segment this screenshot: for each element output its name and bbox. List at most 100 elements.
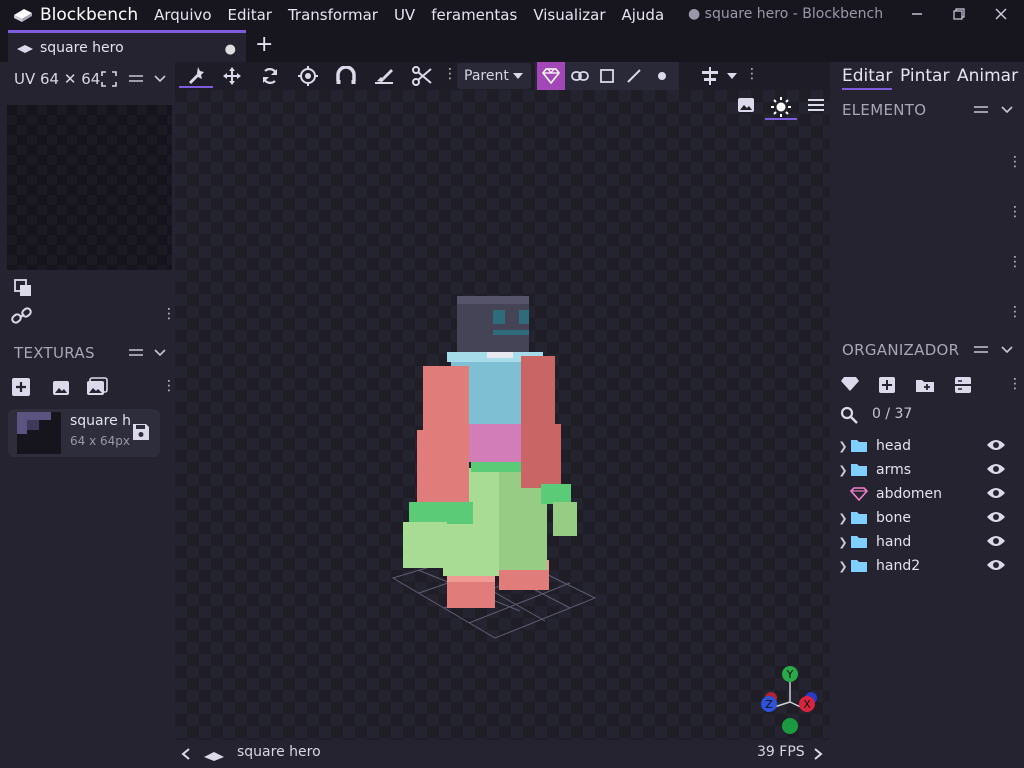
chevron-down-icon[interactable] — [154, 348, 166, 358]
more-options-icon[interactable]: ⋮ — [1008, 254, 1022, 270]
chevron-right-icon[interactable]: ❯ — [836, 560, 850, 573]
tab-square-hero[interactable]: square hero ● — [8, 30, 246, 62]
minimize-icon[interactable] — [906, 4, 928, 26]
outliner-row-abdomen[interactable]: abdomen — [836, 482, 1016, 506]
outliner-row-hand2[interactable]: ❯ hand2 — [836, 554, 1016, 578]
more-options-icon[interactable]: ⋮ — [162, 306, 176, 322]
mode-tab-animate[interactable]: Animar — [957, 66, 1018, 86]
save-icon[interactable] — [132, 423, 150, 441]
uv-editor-canvas[interactable] — [7, 105, 172, 270]
chevron-down-icon[interactable] — [727, 72, 737, 80]
menu-lines-icon[interactable] — [128, 347, 144, 359]
gem-icon[interactable] — [840, 376, 860, 392]
textures-title: TEXTURAS — [14, 344, 95, 362]
texture-size: 64 x 64px ( — [70, 434, 130, 448]
outliner-row-head[interactable]: ❯ head — [836, 434, 1016, 458]
window-title: ● square hero - Blockbench — [688, 6, 884, 22]
restore-icon[interactable] — [948, 4, 970, 26]
more-options-icon[interactable]: ⋮ — [745, 66, 759, 82]
more-options-icon[interactable]: ⋮ — [1008, 154, 1022, 170]
menu-visualizar[interactable]: Visualizar — [533, 6, 605, 24]
menu-lines-icon[interactable] — [128, 73, 144, 85]
eye-icon[interactable] — [986, 438, 1006, 452]
collapse-all-icon[interactable] — [954, 376, 972, 394]
eye-icon[interactable] — [986, 534, 1006, 548]
add-group-icon[interactable] — [915, 377, 935, 393]
brush-tool-button[interactable] — [369, 64, 399, 88]
rotate-tool-button[interactable] — [255, 64, 285, 88]
menu-lines-icon[interactable] — [973, 344, 989, 356]
texture-gallery-icon[interactable] — [86, 377, 108, 397]
face-mode-button[interactable] — [592, 64, 622, 88]
mode-tab-edit[interactable]: Editar — [842, 66, 893, 90]
texture-item[interactable]: square h 64 x 64px ( — [8, 409, 160, 457]
background-image-icon[interactable] — [737, 97, 755, 113]
move-icon — [223, 67, 241, 85]
viewport-scene — [391, 296, 597, 639]
more-options-icon[interactable]: ⋮ — [443, 66, 457, 82]
outliner-row-hand[interactable]: ❯ hand — [836, 530, 1016, 554]
texture-thumbnail — [17, 412, 61, 454]
menu-uv[interactable]: UV — [394, 6, 415, 24]
link-icon[interactable] — [11, 306, 33, 326]
transform-space-select[interactable]: Parent — [457, 63, 531, 89]
import-texture-icon[interactable] — [52, 378, 70, 396]
eye-icon[interactable] — [986, 558, 1006, 572]
outliner-row-bone[interactable]: ❯ bone — [836, 506, 1016, 530]
menu-ferramentas[interactable]: feramentas — [431, 6, 517, 24]
more-options-icon[interactable]: ⋮ — [1008, 204, 1022, 220]
model-icon — [204, 752, 224, 761]
vertex-mode-button[interactable] — [647, 64, 677, 88]
add-texture-icon[interactable] — [11, 377, 31, 397]
chevron-left-icon[interactable] — [181, 748, 191, 760]
edge-mode-button[interactable] — [619, 64, 649, 88]
chevron-down-icon[interactable] — [1001, 105, 1013, 115]
chevron-right-icon[interactable]: ❯ — [836, 464, 850, 477]
chevron-down-icon[interactable] — [1001, 345, 1013, 355]
menu-transformar[interactable]: Transformar — [288, 6, 378, 24]
more-options-icon[interactable]: ⋮ — [1008, 304, 1022, 320]
close-window-icon[interactable] — [990, 4, 1012, 26]
eye-icon[interactable] — [986, 510, 1006, 524]
vertex-snap-tool-button[interactable] — [179, 64, 213, 88]
menu-lines-icon[interactable] — [973, 104, 989, 116]
chevron-right-icon[interactable] — [813, 748, 823, 760]
lighting-toggle-button[interactable] — [765, 94, 797, 120]
viewport-menu-icon[interactable] — [807, 98, 825, 112]
group-mode-button[interactable] — [565, 64, 595, 88]
link-icon — [571, 71, 589, 81]
new-tab-icon[interactable]: + — [255, 32, 273, 57]
axis-gizmo[interactable]: Y X Z — [755, 662, 825, 736]
copy-icon[interactable] — [13, 278, 33, 298]
uv-panel-header: UV 64 ✕ 64 — [0, 62, 175, 96]
mesh-gem-icon — [850, 487, 868, 501]
outliner-row-arms[interactable]: ❯ arms — [836, 458, 1016, 482]
search-icon[interactable] — [840, 406, 858, 424]
vertex-dot-icon — [658, 72, 666, 80]
eye-icon[interactable] — [986, 486, 1006, 500]
pivot-icon — [298, 66, 318, 86]
chevron-right-icon[interactable]: ❯ — [836, 536, 850, 549]
object-mode-button[interactable] — [537, 62, 565, 90]
menu-editar[interactable]: Editar — [228, 6, 272, 24]
add-cube-icon[interactable] — [878, 376, 896, 394]
more-options-icon[interactable]: ⋮ — [1008, 376, 1022, 392]
3d-viewport[interactable]: Y X Z — [175, 90, 830, 740]
mode-tab-paint[interactable]: Pintar — [900, 66, 949, 86]
chevron-down-icon[interactable] — [154, 74, 166, 84]
outliner-label: head — [876, 438, 911, 454]
fullscreen-icon[interactable] — [101, 71, 117, 87]
menu-ajuda[interactable]: Ajuda — [622, 6, 665, 24]
chevron-right-icon[interactable]: ❯ — [836, 440, 850, 453]
menu-arquivo[interactable]: Arquivo — [154, 6, 211, 24]
more-options-icon[interactable]: ⋮ — [162, 378, 176, 394]
mirror-tool-button[interactable] — [695, 64, 725, 88]
eye-icon[interactable] — [986, 462, 1006, 476]
cut-tool-button[interactable] — [407, 64, 437, 88]
outliner-count: 0 / 37 — [872, 406, 913, 422]
pivot-tool-button[interactable] — [293, 64, 323, 88]
chevron-right-icon[interactable]: ❯ — [836, 512, 850, 525]
resize-tool-button[interactable] — [331, 64, 361, 88]
move-tool-button[interactable] — [217, 64, 247, 88]
tab-modified-dot[interactable]: ● — [225, 42, 236, 57]
